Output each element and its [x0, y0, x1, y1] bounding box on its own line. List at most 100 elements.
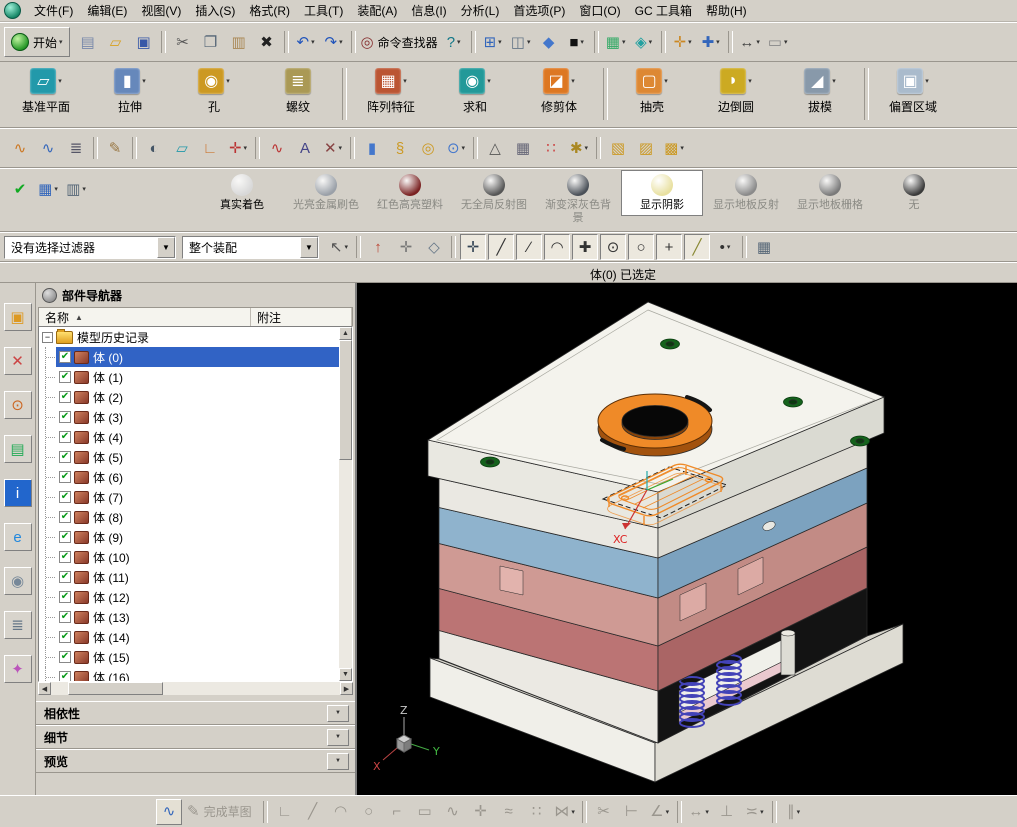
tree-item[interactable]: ✔体 (0) — [39, 347, 339, 367]
select-top-assembly-icon[interactable]: ↑ — [365, 234, 391, 260]
tree-item[interactable]: ✔体 (5) — [39, 447, 339, 467]
intersection-point-icon[interactable]: ✚ — [572, 234, 598, 260]
scrollbar-thumb[interactable] — [339, 340, 352, 460]
datum-plane-mini-icon[interactable]: ▱ — [169, 135, 195, 161]
checkbox[interactable]: ✔ — [59, 531, 71, 543]
show-hide-icon[interactable]: ◐ — [141, 135, 167, 161]
collapse-icon[interactable]: − — [42, 332, 53, 343]
quick-extend-icon[interactable]: ⊢ — [619, 799, 645, 825]
grid-snap-icon[interactable]: ▦ — [751, 234, 777, 260]
web-browser-icon[interactable]: e — [4, 523, 32, 551]
combo-arrow-icon[interactable]: ▼ — [300, 237, 318, 258]
checkbox[interactable]: ✔ — [59, 391, 71, 403]
checkbox[interactable]: ✔ — [59, 571, 71, 583]
checkbox[interactable]: ✔ — [59, 511, 71, 523]
quadrant-point-icon[interactable]: ○ — [628, 234, 654, 260]
thread-button[interactable]: ≣螺纹 — [256, 64, 340, 115]
tree-item[interactable]: ✔体 (14) — [39, 627, 339, 647]
menu-item-1[interactable]: 编辑(E) — [80, 1, 134, 21]
vertical-scrollbar[interactable]: ▲ ▼ — [339, 327, 352, 681]
scroll-up-icon[interactable]: ▲ — [339, 327, 352, 340]
chevron-down-icon[interactable]: ▾ — [487, 77, 491, 85]
tree-item-hit-zone[interactable]: ✔体 (4) — [56, 427, 339, 447]
brushed-metal-button[interactable]: 光亮金属刷色 — [285, 170, 367, 216]
assembly-constraint-icon[interactable]: ✚▾ — [698, 29, 724, 55]
checkbox[interactable]: ✔ — [59, 451, 71, 463]
fillet-icon[interactable]: ⌐ — [384, 799, 410, 825]
chevron-down-icon[interactable]: ▾ — [797, 808, 801, 816]
trim-body-button[interactable]: ◪▾修剪体 — [517, 64, 601, 115]
show-constraints-icon[interactable]: ∥▾ — [781, 799, 807, 825]
shell-button[interactable]: ▢▾抽壳 — [610, 64, 694, 115]
chevron-down-icon[interactable]: ▾ — [727, 243, 731, 251]
tree-item-hit-zone[interactable]: ✔体 (8) — [56, 507, 339, 527]
chevron-down-icon[interactable]: ▾ — [756, 38, 760, 46]
checkbox[interactable]: ✔ — [59, 411, 71, 423]
expression-table-icon[interactable]: ▥▾ — [63, 176, 89, 202]
section-0[interactable]: 相依性▼ — [36, 701, 355, 725]
reuse-library-icon[interactable]: ▤ — [4, 435, 32, 463]
chevron-down-icon[interactable]: ▾ — [226, 77, 230, 85]
menu-item-12[interactable]: 帮助(H) — [699, 1, 754, 21]
extrude-button[interactable]: ▮▾拉伸 — [88, 64, 172, 115]
feature-group-icon[interactable]: ▧ — [605, 135, 631, 161]
tree-item-hit-zone[interactable]: ✔体 (3) — [56, 407, 339, 427]
chevron-down-icon[interactable]: ▾ — [705, 808, 709, 816]
chevron-down-icon[interactable]: ▾ — [585, 144, 589, 152]
selection-filter-combo[interactable]: 没有选择过滤器 ▼ — [4, 236, 176, 259]
existing-point-icon[interactable]: + — [656, 234, 682, 260]
make-corner-icon[interactable]: ∠▾ — [647, 799, 673, 825]
start-button[interactable]: 开始 ▾ — [4, 27, 70, 57]
sketch-icon[interactable]: ∿ — [7, 135, 33, 161]
spline-icon[interactable]: ∿ — [264, 135, 290, 161]
tree-item[interactable]: ✔体 (11) — [39, 567, 339, 587]
point-on-face-icon[interactable]: •▾ — [712, 234, 738, 260]
chevron-down-icon[interactable]: ▾ — [244, 144, 248, 152]
scroll-down-icon[interactable]: ▼ — [339, 668, 352, 681]
tree-item[interactable]: ✔体 (3) — [39, 407, 339, 427]
redo-icon[interactable]: ↷▾ — [321, 29, 347, 55]
scroll-right-icon[interactable]: ▶ — [340, 682, 353, 695]
sketch-in-task-icon[interactable]: ∿ — [35, 135, 61, 161]
shaded-view-icon[interactable]: ◆ — [536, 29, 562, 55]
chevron-down-icon[interactable]: ▼ — [327, 753, 349, 770]
chevron-down-icon[interactable]: ▾ — [59, 38, 63, 46]
chevron-down-icon[interactable]: ▼ — [327, 729, 349, 746]
feature-group3-icon[interactable]: ▩▾ — [661, 135, 687, 161]
column-header-note[interactable]: 附注 — [251, 308, 352, 326]
tree-item-hit-zone[interactable]: ✔体 (15) — [56, 647, 339, 667]
history-icon[interactable]: ◉ — [4, 567, 32, 595]
tree-item-hit-zone[interactable]: ✔体 (1) — [56, 367, 339, 387]
none-style-button[interactable]: 无 — [873, 170, 955, 216]
save-icon[interactable]: ▣ — [131, 29, 157, 55]
offset-region-button[interactable]: ▣▾偏置区域 — [871, 64, 955, 115]
studio-spline-icon[interactable]: ∿ — [440, 799, 466, 825]
arc-center-icon[interactable]: ⊙ — [600, 234, 626, 260]
assistant-icon[interactable]: ?▾ — [441, 29, 467, 55]
datum-csys-icon[interactable]: ∟ — [197, 135, 223, 161]
scrollbar-thumb[interactable] — [68, 682, 163, 695]
show-shadow-button[interactable]: 显示阴影 — [621, 170, 703, 216]
3d-viewport-svg[interactable]: XC Z X Y — [357, 283, 1017, 795]
end-point-icon[interactable]: ╱ — [488, 234, 514, 260]
chevron-down-icon[interactable]: ▾ — [649, 38, 653, 46]
tree-item[interactable]: ✔体 (8) — [39, 507, 339, 527]
chevron-down-icon[interactable]: ▾ — [580, 38, 584, 46]
chevron-down-icon[interactable]: ▾ — [664, 77, 668, 85]
copy-icon[interactable]: ❐ — [198, 29, 224, 55]
arc-icon[interactable]: ◠ — [328, 799, 354, 825]
snap-settings-icon[interactable]: ↖▾ — [326, 234, 352, 260]
tube-icon[interactable]: ⊙▾ — [443, 135, 469, 161]
layer-settings-icon[interactable]: ≣ — [63, 135, 89, 161]
select-general-icon[interactable]: ✛ — [393, 234, 419, 260]
chevron-down-icon[interactable]: ▾ — [666, 808, 670, 816]
mirror-curve-icon[interactable]: ⋈▾ — [552, 799, 578, 825]
menu-item-11[interactable]: GC 工具箱 — [628, 1, 699, 21]
checkbox[interactable]: ✔ — [59, 631, 71, 643]
constraint-navigator-icon[interactable]: ✕ — [4, 347, 32, 375]
tree-item-hit-zone[interactable]: ✔体 (14) — [56, 627, 339, 647]
cylinder-icon[interactable]: ▮ — [359, 135, 385, 161]
tree-item-hit-zone[interactable]: ✔体 (12) — [56, 587, 339, 607]
chevron-down-icon[interactable]: ▾ — [748, 77, 752, 85]
new-file-icon[interactable]: ▤ — [75, 29, 101, 55]
